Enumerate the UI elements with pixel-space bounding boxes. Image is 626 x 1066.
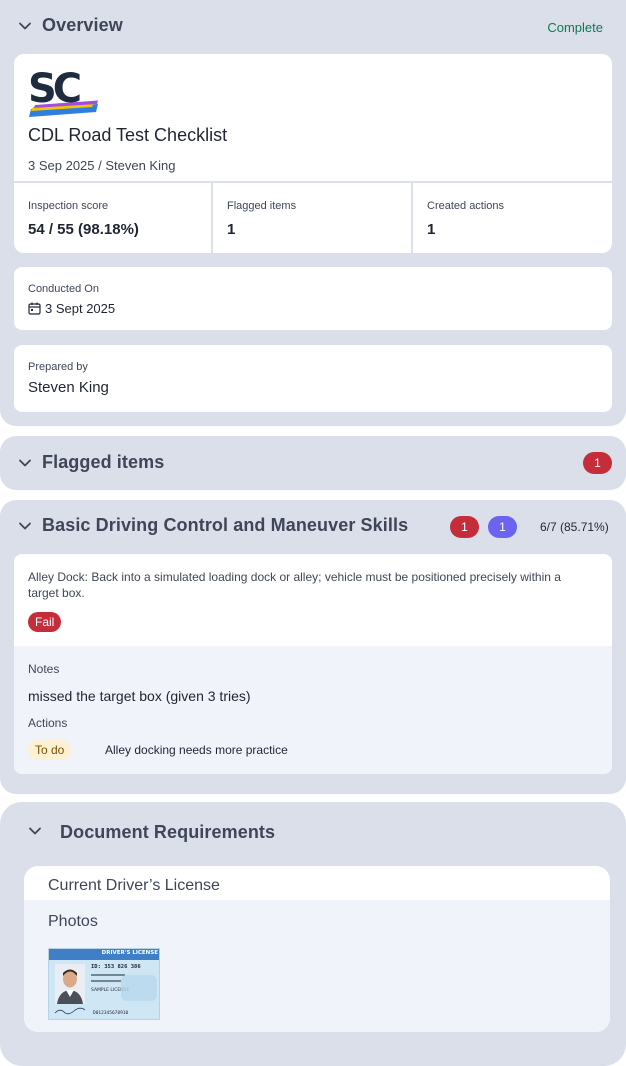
signature-graphic	[54, 1007, 86, 1015]
report-title: CDL Road Test Checklist	[28, 125, 228, 145]
basic-driving-header[interactable]: Basic Driving Control and Maneuver Skill…	[0, 500, 626, 552]
prepared-by-card: Prepared by Steven King	[14, 345, 612, 412]
conducted-on-card: Conducted On 3 Sept 2025	[14, 267, 612, 330]
stat-value: 1	[227, 221, 236, 238]
photos-label: Photos	[48, 913, 98, 930]
stats-row: Inspection score 54 / 55 (98.18%) Flagge…	[14, 181, 612, 253]
prepared-value: Steven King	[28, 379, 109, 396]
section-title: Document Requirements	[60, 822, 276, 842]
overview-header[interactable]: Overview Complete	[0, 0, 626, 52]
section-score: 6/7 (85.71%)	[540, 520, 609, 534]
line	[91, 980, 121, 982]
chevron-down-icon	[19, 522, 31, 530]
stat-flagged-items: Flagged items 1	[213, 183, 413, 253]
license-portrait	[55, 964, 85, 1004]
photos-panel: Photos DRIVER'S LICENSE ID: 353 826 386	[24, 900, 610, 1032]
action-item-link[interactable]: Alley docking needs more practice	[105, 743, 288, 757]
overview-section: Overview Complete SC CDL Road Test Check…	[0, 0, 626, 426]
actions-label: Actions	[28, 716, 68, 730]
flagged-count-badge: 1	[583, 452, 612, 474]
flag-count-badge: 1	[450, 516, 479, 538]
license-photo-thumbnail[interactable]: DRIVER'S LICENSE ID: 353 826 386 SAMPLE …	[48, 948, 160, 1020]
stat-value: 1	[427, 221, 436, 238]
document-requirements-section: Document Requirements Current Driver’s L…	[0, 802, 626, 1066]
flagged-items-section[interactable]: Flagged items 1	[0, 436, 626, 490]
action-count-badge: 1	[488, 516, 517, 538]
license-card: Current Driver’s License Photos DRIVER'S…	[24, 866, 610, 1032]
stat-created-actions: Created actions 1	[413, 183, 612, 253]
license-item-title: Current Driver’s License	[48, 877, 220, 894]
action-status-badge: To do	[28, 740, 72, 760]
question-text: Alley Dock: Back into a simulated loadin…	[28, 570, 561, 600]
stat-label: Inspection score	[28, 200, 109, 212]
line	[91, 974, 125, 976]
stat-value: 54 / 55 (98.18%)	[28, 221, 139, 238]
license-id: ID: 353 826 386	[91, 964, 141, 970]
section-title: Flagged items	[42, 452, 165, 472]
calendar-icon	[28, 302, 41, 315]
license-number: D012345678910	[93, 1011, 129, 1016]
conducted-value: 3 Sept 2025	[45, 301, 116, 316]
report-summary-card: SC CDL Road Test Checklist 3 Sep 2025 / …	[14, 54, 612, 253]
notes-label: Notes	[28, 662, 60, 676]
chevron-down-icon	[19, 459, 31, 467]
sc-logo: SC	[28, 66, 102, 118]
conducted-label: Conducted On	[28, 283, 99, 295]
chevron-down-icon	[19, 22, 31, 30]
question-card: Alley Dock: Back into a simulated loadin…	[14, 554, 612, 774]
license-map-pattern	[121, 975, 157, 1001]
notes-panel: Notes missed the target box (given 3 tri…	[14, 646, 612, 774]
license-header-bar: DRIVER'S LICENSE	[49, 949, 159, 960]
prepared-label: Prepared by	[28, 361, 88, 373]
stat-label: Flagged items	[227, 200, 297, 212]
logo-text: SC	[28, 66, 80, 112]
fail-badge: Fail	[28, 612, 62, 632]
section-title: Basic Driving Control and Maneuver Skill…	[42, 515, 409, 535]
license-header-text: DRIVER'S LICENSE	[101, 950, 158, 956]
basic-driving-section: Basic Driving Control and Maneuver Skill…	[0, 500, 626, 794]
report-subtitle: 3 Sep 2025 / Steven King	[28, 158, 176, 173]
section-title: Overview	[42, 15, 123, 35]
chevron-down-icon	[29, 827, 41, 835]
notes-text: missed the target box (given 3 tries)	[28, 688, 251, 704]
stat-label: Created actions	[427, 200, 505, 212]
doc-req-header[interactable]: Document Requirements	[0, 802, 626, 862]
status-label: Complete	[547, 20, 603, 35]
stat-inspection-score: Inspection score 54 / 55 (98.18%)	[14, 183, 213, 253]
